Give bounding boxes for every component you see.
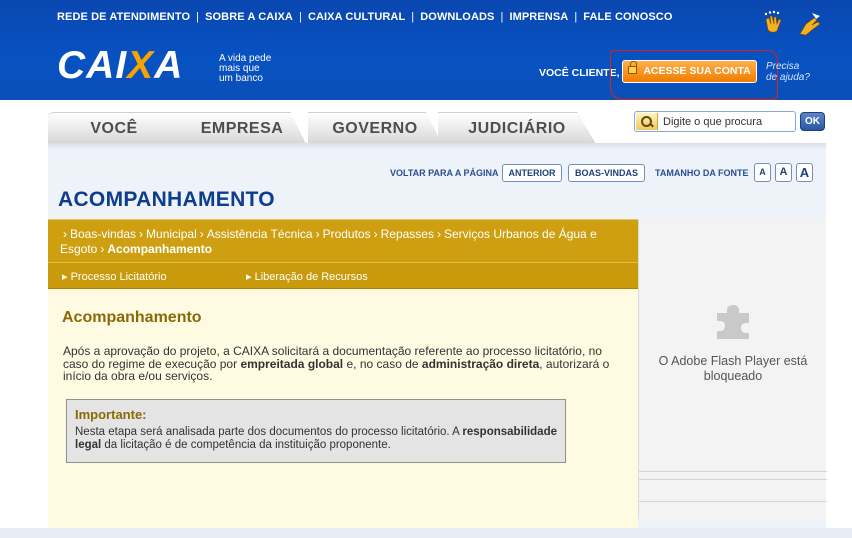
section-links-band: ▸ Processo Licitatório ▸ Liberação de Re… <box>48 262 638 289</box>
top-nav: REDE DE ATENDIMENTO | SOBRE A CAIXA | CAIXA … <box>57 11 673 23</box>
logo-x: X <box>127 44 155 87</box>
nav-link-sobre-a-caixa[interactable]: SOBRE A CAIXA <box>205 11 293 23</box>
logo-text: CAI <box>57 44 128 87</box>
page-panel: VOLTAR PARA A PÁGINA ANTERIOR BOAS-VINDA… <box>48 148 827 528</box>
search-box <box>634 111 796 132</box>
nav-separator: | <box>196 11 200 23</box>
search-input[interactable] <box>663 115 793 129</box>
access-account-label: ACESSE SUA CONTA <box>643 65 751 77</box>
breadcrumb-separator: › <box>139 227 144 241</box>
tagline: A vida pede mais que um banco <box>219 54 289 84</box>
breadcrumb-item-produtos[interactable]: Produtos <box>323 227 371 241</box>
divider <box>639 501 827 502</box>
flash-blocked-message: O Adobe Flash Player está bloqueado <box>658 354 808 383</box>
arrow-right-icon: ▸ <box>62 271 71 283</box>
sign-language-hand-icon[interactable] <box>764 10 782 33</box>
notice-title: Importante: <box>75 407 147 422</box>
arrow-right-icon: ▸ <box>246 271 255 283</box>
lock-icon <box>628 61 638 74</box>
divider <box>639 471 827 472</box>
breadcrumb-item-municipal[interactable]: Municipal <box>146 227 197 241</box>
bold-text: administração direta <box>421 356 540 371</box>
tab-empresa[interactable]: EMPRESA <box>178 112 306 144</box>
breadcrumb-separator: › <box>315 227 320 241</box>
breadcrumb-item-repasses[interactable]: Repasses <box>381 227 434 241</box>
page-tools: VOLTAR PARA A PÁGINA ANTERIOR BOAS-VINDA… <box>48 163 826 182</box>
back-label: VOLTAR PARA A PÁGINA <box>390 168 499 178</box>
nav-link-caixa-cultural[interactable]: CAIXA CULTURAL <box>308 11 405 23</box>
important-notice: Importante: Nesta etapa será analisada p… <box>66 399 566 463</box>
main-content: Acompanhamento Após a aprovação do proje… <box>48 289 638 528</box>
access-account-button[interactable]: ACESSE SUA CONTA <box>622 60 757 83</box>
font-size-large-button[interactable]: A <box>796 163 813 182</box>
notice-text: Nesta etapa será analisada parte dos doc… <box>75 426 560 452</box>
nav-link-downloads[interactable]: DOWNLOADS <box>420 11 494 23</box>
breadcrumb-separator: › <box>373 227 378 241</box>
help-link-line: de ajuda? <box>766 72 810 83</box>
breadcrumb-separator: › <box>199 227 204 241</box>
help-link-line: Precisa <box>766 61 800 72</box>
search-icon[interactable] <box>636 113 658 130</box>
nav-separator: | <box>411 11 415 23</box>
font-size-small-button[interactable]: A <box>754 163 771 182</box>
breadcrumb-separator: › <box>63 227 67 241</box>
text-span: e, no caso de <box>343 356 422 371</box>
breadcrumb: › Boas-vindas › Municipal › Assistência Técni… <box>60 227 630 257</box>
text-span: da licitação é de competência da institu… <box>101 439 391 451</box>
section-link-processo-licitatorio[interactable]: ▸ Processo Licitatório <box>62 270 167 283</box>
tagline-line: um banco <box>219 73 263 84</box>
page-title: ACOMPANHAMENTO <box>58 188 275 211</box>
nav-link-rede-de-atendimento[interactable]: REDE DE ATENDIMENTO <box>57 11 190 23</box>
nav-separator: | <box>298 11 302 23</box>
pointer-hand-icon[interactable] <box>799 13 821 36</box>
section-link-label: Processo Licitatório <box>70 271 167 283</box>
breadcrumb-current: Acompanhamento <box>107 242 213 256</box>
nav-separator: | <box>574 11 578 23</box>
help-link[interactable]: Precisa de ajuda? <box>766 61 810 83</box>
tab-governo[interactable]: GOVERNO <box>308 112 442 144</box>
font-size-label: TAMANHO DA FONTE <box>655 168 749 178</box>
section-link-liberacao-de-recursos[interactable]: ▸ Liberação de Recursos <box>246 270 368 283</box>
tab-judiciario[interactable]: JUDICIÁRIO <box>438 112 596 144</box>
nav-separator: | <box>500 11 504 23</box>
breadcrumb-item-boas-vindas[interactable]: Boas-vindas <box>70 227 136 241</box>
bold-text: empreitada global <box>240 356 344 371</box>
previous-page-button[interactable]: ANTERIOR <box>502 164 562 182</box>
accessibility-icons <box>764 10 821 36</box>
welcome-button[interactable]: BOAS-VINDAS <box>568 164 645 182</box>
divider <box>639 479 827 480</box>
breadcrumb-item-assistencia-tecnica[interactable]: Assistência Técnica <box>207 227 313 241</box>
caixa-logo[interactable]: CAIXA <box>57 46 183 86</box>
breadcrumb-separator: › <box>100 242 105 256</box>
nav-link-imprensa[interactable]: IMPRENSA <box>509 11 568 23</box>
section-link-label: Liberação de Recursos <box>254 271 368 283</box>
font-size-medium-button[interactable]: A <box>775 163 792 182</box>
nav-link-fale-conosco[interactable]: FALE CONOSCO <box>583 11 672 23</box>
breadcrumb-band: › Boas-vindas › Municipal › Assistência Técni… <box>48 219 638 262</box>
page-bottom-strip <box>0 528 852 538</box>
client-label: VOCÊ CLIENTE, <box>539 67 620 79</box>
tab-voce[interactable]: VOCÊ <box>48 112 180 144</box>
content-paragraph: Após a aprovação do projeto, a CAIXA sol… <box>63 345 623 383</box>
flash-placeholder[interactable]: O Adobe Flash Player está bloqueado <box>638 219 827 519</box>
search-ok-button[interactable]: OK <box>800 112 825 131</box>
site-header: REDE DE ATENDIMENTO | SOBRE A CAIXA | CAIXA … <box>0 0 852 100</box>
logo-text: A <box>154 44 184 87</box>
puzzle-plugin-icon <box>717 305 749 339</box>
breadcrumb-separator: › <box>436 227 441 241</box>
content-title: Acompanhamento <box>62 309 202 326</box>
text-span: Nesta etapa será analisada parte dos doc… <box>75 426 463 438</box>
